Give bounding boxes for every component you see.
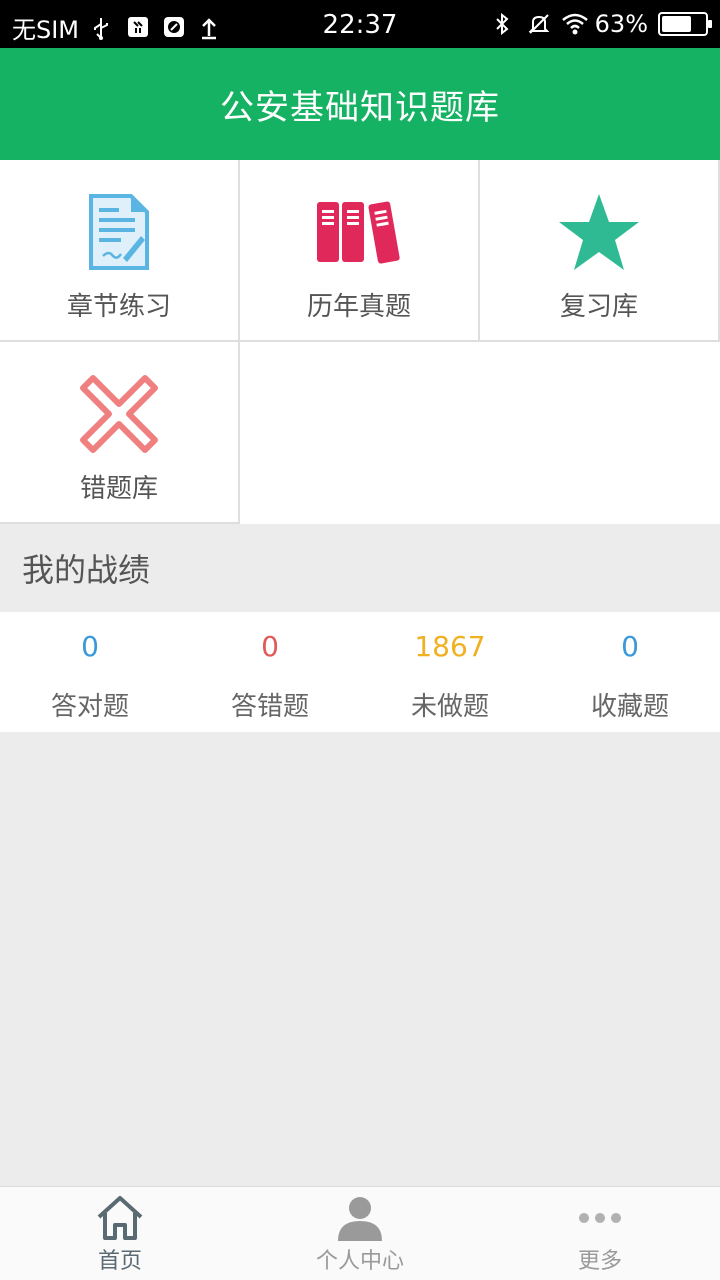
tile-label: 历年真题 (306, 292, 411, 322)
bottom-tab-bar: 首页 个人中心 更多 (0, 1186, 720, 1280)
more-dots-icon (575, 1195, 625, 1241)
tile-label: 章节练习 (66, 292, 171, 322)
app-header: 公安基础知识题库 (0, 48, 720, 160)
stat-label: 收藏题 (590, 692, 669, 722)
stat-value: 0 (261, 630, 279, 663)
tile-review-bank[interactable]: 复习库 (480, 160, 720, 342)
tab-profile[interactable]: 个人中心 (240, 1187, 480, 1280)
binders-icon (314, 190, 404, 274)
tile-wrong-bank[interactable]: 错题库 (0, 342, 240, 524)
stat-label: 答错题 (230, 692, 309, 722)
menu-grid: 章节练习 历年真题 复习库 错题库 (0, 160, 720, 524)
stat-correct[interactable]: 0 答对题 (0, 612, 180, 732)
section-title-text: 我的战绩 (22, 551, 151, 589)
tab-home[interactable]: 首页 (0, 1187, 240, 1280)
tile-label: 复习库 (559, 292, 638, 322)
tab-label: 个人中心 (315, 1249, 404, 1274)
x-icon (74, 372, 164, 456)
wifi-icon (561, 12, 588, 36)
battery-fill (662, 16, 691, 32)
stats-panel: 0 答对题 0 答错题 1867 未做题 0 收藏题 (0, 612, 720, 732)
page-title: 公安基础知识题库 (220, 87, 500, 128)
tab-more[interactable]: 更多 (480, 1187, 720, 1280)
section-title: 我的战绩 (0, 524, 720, 612)
status-right: 63% (493, 10, 712, 38)
stat-favorites[interactable]: 0 收藏题 (540, 612, 720, 732)
tile-chapter-practice[interactable]: 章节练习 (0, 160, 240, 342)
mute-bell-icon (527, 12, 551, 36)
stat-undone[interactable]: 1867 未做题 (360, 612, 540, 732)
battery-percent: 63% (594, 10, 648, 38)
document-pen-icon (74, 190, 164, 274)
home-icon (95, 1195, 145, 1241)
tile-label: 错题库 (79, 474, 158, 504)
stat-label: 答对题 (50, 692, 129, 722)
stat-value: 0 (621, 630, 639, 663)
user-icon (335, 1195, 385, 1241)
tab-label: 更多 (577, 1249, 622, 1274)
stat-label: 未做题 (410, 692, 489, 722)
tab-label: 首页 (97, 1249, 142, 1274)
battery-icon (658, 12, 712, 36)
tile-past-exams[interactable]: 历年真题 (240, 160, 480, 342)
stat-value: 0 (81, 630, 99, 663)
status-bar: 无SIM 22:37 63% (0, 0, 720, 48)
star-icon (554, 190, 644, 274)
stat-wrong[interactable]: 0 答错题 (180, 612, 360, 732)
bluetooth-icon (493, 12, 517, 36)
stat-value: 1867 (414, 630, 486, 663)
